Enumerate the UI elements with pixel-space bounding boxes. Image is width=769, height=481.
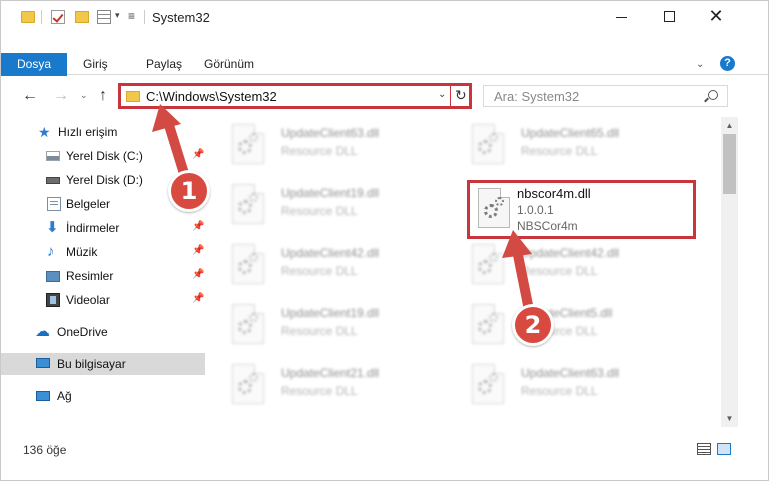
callout-arrows: [152, 104, 533, 310]
callout-arrow-2-shaft: [512, 245, 533, 310]
callout-badge-1: 1: [168, 170, 210, 212]
callout-badge-2: 2: [512, 304, 554, 346]
callout-arrow-2-head: [502, 230, 532, 258]
callout-arrow-1-head: [152, 104, 181, 132]
